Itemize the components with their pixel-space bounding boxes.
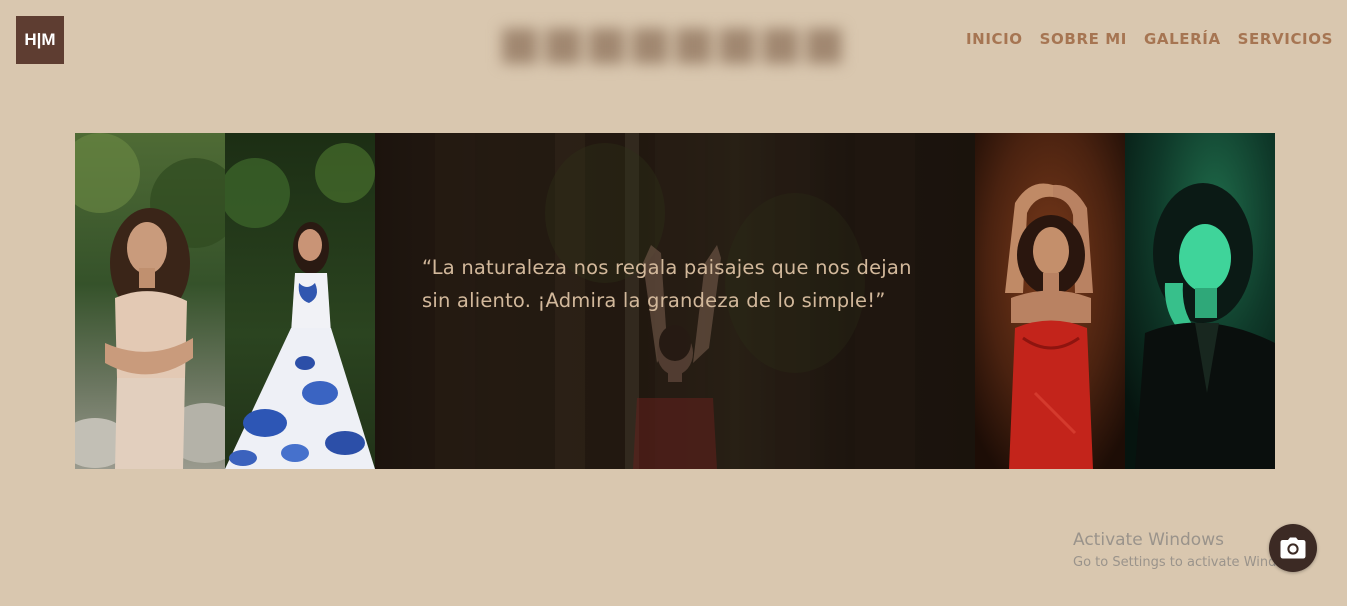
gallery-photo-5[interactable] <box>1125 133 1275 469</box>
gallery-photo-1[interactable] <box>75 133 225 469</box>
gallery-quote: “La naturaleza nos regala paisajes que n… <box>422 256 912 312</box>
gallery-photo-2[interactable] <box>225 133 375 469</box>
nav-servicios[interactable]: SERVICIOS <box>1238 30 1333 48</box>
main-nav: INICIO SOBRE MI GALERÍA SERVICIOS <box>966 30 1333 48</box>
nav-sobre-mi[interactable]: SOBRE MI <box>1040 30 1127 48</box>
gallery-strip: “La naturaleza nos regala paisajes que n… <box>75 133 1275 469</box>
camera-icon <box>1280 537 1306 559</box>
camera-fab-button[interactable] <box>1269 524 1317 572</box>
gallery-photo-4[interactable] <box>975 133 1125 469</box>
nav-galeria[interactable]: GALERÍA <box>1144 30 1221 48</box>
site-logo[interactable]: H|M <box>16 16 64 64</box>
nav-inicio[interactable]: INICIO <box>966 30 1023 48</box>
blurred-site-title: ■■■■■■■■ <box>498 15 846 69</box>
quote-panel: “La naturaleza nos regala paisajes que n… <box>375 133 975 469</box>
